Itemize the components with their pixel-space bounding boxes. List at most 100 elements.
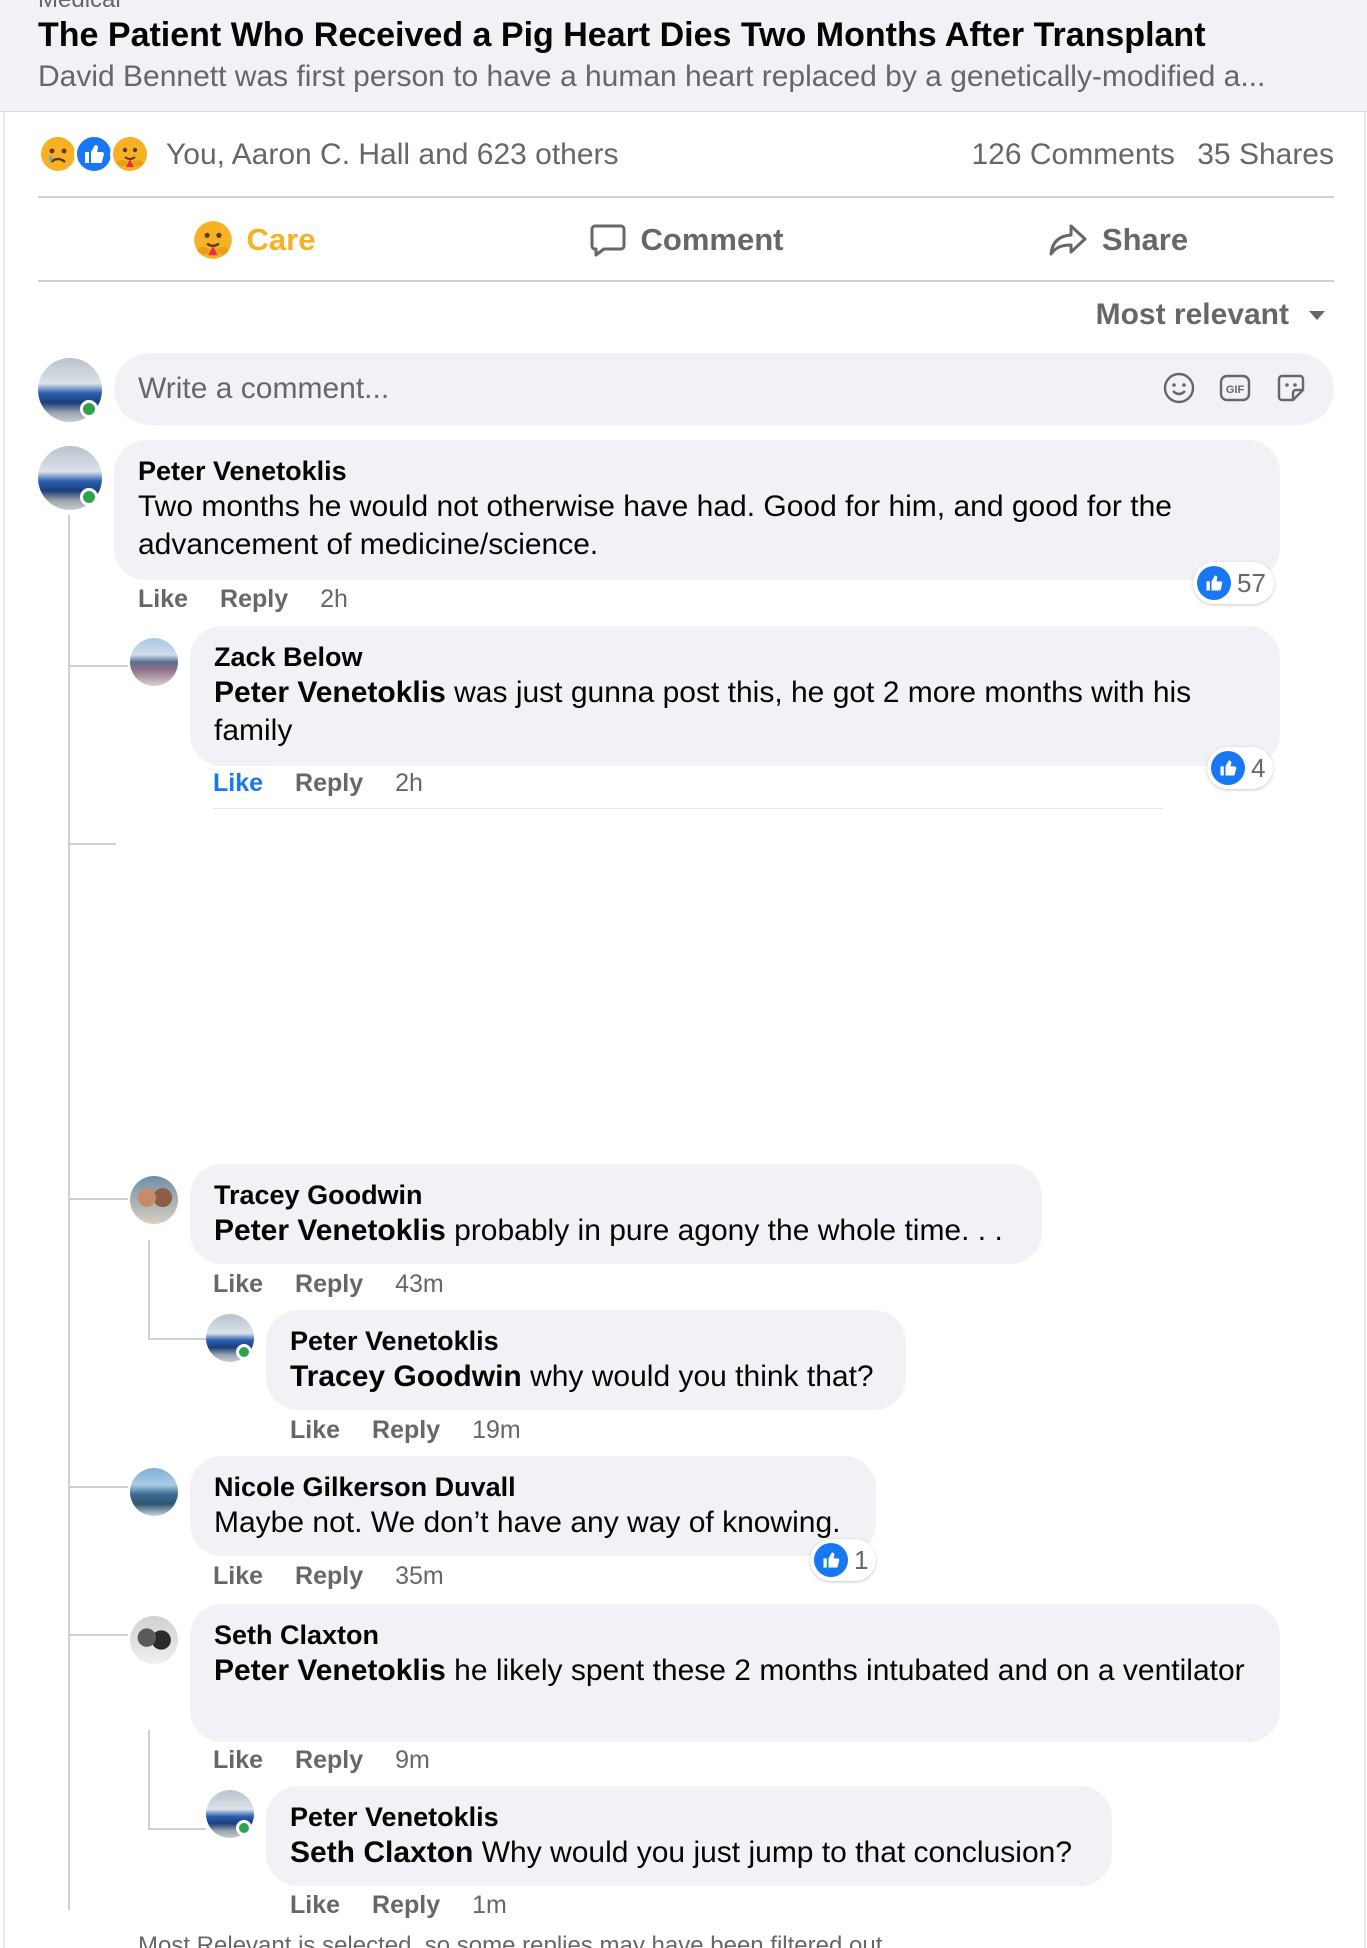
comment-author[interactable]: Peter Venetoklis: [138, 454, 1256, 488]
avatar[interactable]: [130, 638, 178, 686]
like-link[interactable]: Like: [213, 769, 263, 798]
comment-time[interactable]: 43m: [395, 1270, 444, 1299]
comment-body: probably in pure agony the whole time. .…: [445, 1214, 1003, 1247]
reply-link[interactable]: Reply: [295, 1746, 363, 1775]
reply-link[interactable]: Reply: [372, 1416, 440, 1445]
link-preview[interactable]: Medical The Patient Who Received a Pig H…: [0, 0, 1367, 112]
comment-text: Two months he would not otherwise have h…: [138, 490, 1172, 561]
care-button[interactable]: Care: [38, 200, 470, 280]
share-arrow-icon: [1049, 224, 1087, 256]
gif-icon[interactable]: GIF: [1218, 371, 1252, 405]
comment-time[interactable]: 2h: [395, 769, 423, 798]
comment-time[interactable]: 19m: [472, 1416, 521, 1445]
comment-text: Peter Venetoklis probably in pure agony …: [214, 1212, 1018, 1250]
thread-line: [148, 1730, 150, 1830]
like-link[interactable]: Like: [290, 1891, 340, 1920]
comment-author[interactable]: Zack Below: [214, 640, 1256, 674]
reply-link[interactable]: Reply: [220, 585, 288, 614]
mention-link[interactable]: Peter Venetoklis: [214, 1654, 446, 1687]
avatar[interactable]: [130, 1616, 178, 1664]
post-border-right: [1364, 112, 1366, 1948]
comment-bubble: Peter Venetoklis Two months he would not…: [114, 440, 1280, 580]
comment-like-count[interactable]: 1: [810, 1539, 877, 1581]
comment-author[interactable]: Tracey Goodwin: [214, 1178, 1018, 1212]
sort-label: Most relevant: [1095, 298, 1289, 331]
comment-text: Seth Claxton Why would you just jump to …: [290, 1834, 1088, 1872]
like-count-value: 1: [854, 1544, 869, 1575]
comment-bubble: Zack Below Peter Venetoklis was just gun…: [190, 626, 1280, 766]
avatar[interactable]: [130, 1176, 178, 1224]
filter-notice: Most Relevant is selected, so some repli…: [138, 1932, 890, 1948]
svg-text:GIF: GIF: [1226, 384, 1245, 396]
reactions-names[interactable]: You, Aaron C. Hall and 623 others: [166, 138, 619, 172]
like-count-value: 57: [1237, 567, 1266, 598]
thread-line: [68, 515, 70, 1910]
care-label: Care: [246, 222, 316, 257]
comment-like-count[interactable]: 4: [1207, 747, 1274, 789]
avatar[interactable]: [130, 1468, 178, 1516]
reply-link[interactable]: Reply: [295, 1270, 363, 1299]
reactions-summary[interactable]: You, Aaron C. Hall and 623 others 126 Co…: [38, 130, 1334, 184]
care-reaction-icon: [193, 221, 232, 259]
mention-link[interactable]: Seth Claxton: [290, 1836, 473, 1869]
thread-branch: [68, 665, 128, 667]
engagement-counts: 126 Comments 35 Shares: [971, 138, 1334, 172]
comment-time[interactable]: 9m: [395, 1746, 430, 1775]
comment-body: he likely spent these 2 months intubated…: [445, 1654, 1245, 1687]
sticker-icon[interactable]: [1274, 371, 1308, 405]
comment-composer[interactable]: GIF: [114, 353, 1334, 425]
preview-title[interactable]: The Patient Who Received a Pig Heart Die…: [38, 16, 1206, 55]
comment-time[interactable]: 35m: [395, 1562, 444, 1591]
comment-author[interactable]: Nicole Gilkerson Duvall: [214, 1470, 852, 1504]
comment-time[interactable]: 1m: [472, 1891, 507, 1920]
like-link[interactable]: Like: [138, 585, 188, 614]
comment-button[interactable]: Comment: [470, 200, 902, 280]
like-link[interactable]: Like: [213, 1562, 263, 1591]
comment-text: Peter Venetoklis was just gunna post thi…: [214, 674, 1256, 750]
reply-link[interactable]: Reply: [372, 1891, 440, 1920]
comment-author[interactable]: Peter Venetoklis: [290, 1324, 882, 1358]
like-link[interactable]: Like: [213, 1746, 263, 1775]
comment-author[interactable]: Seth Claxton: [214, 1618, 1256, 1652]
like-icon: [1211, 751, 1245, 785]
comment-like-count[interactable]: 57: [1193, 562, 1274, 604]
composer-tools: GIF: [1162, 371, 1308, 405]
comment-time[interactable]: 2h: [320, 585, 348, 614]
like-link[interactable]: Like: [290, 1416, 340, 1445]
sad-icon: [38, 134, 78, 174]
reply-link[interactable]: Reply: [295, 1562, 363, 1591]
thread-branch: [68, 843, 116, 845]
comment-actions: Like Reply 35m: [213, 1562, 444, 1591]
reply-link[interactable]: Reply: [295, 769, 363, 798]
emoji-icon[interactable]: [1162, 371, 1196, 405]
preview-source-cut: Medical: [38, 0, 121, 14]
post-actions: Care Comment Share: [38, 200, 1334, 280]
comment-sort-dropdown[interactable]: Most relevant: [1096, 298, 1327, 332]
mention-link[interactable]: Peter Venetoklis: [214, 1214, 446, 1247]
mention-link[interactable]: Peter Venetoklis: [214, 676, 446, 709]
comment-actions: Like Reply 2h: [213, 769, 423, 798]
comment-input[interactable]: [138, 367, 918, 411]
comments-count-link[interactable]: 126 Comments: [971, 138, 1174, 171]
post-border-left: [3, 112, 5, 1948]
preview-subtitle: David Bennett was first person to have a…: [38, 60, 1266, 93]
comment-text: Maybe not. We don’t have any way of know…: [214, 1506, 841, 1539]
like-icon: [1197, 566, 1231, 600]
comment-bubble: Nicole Gilkerson Duvall Maybe not. We do…: [190, 1456, 876, 1556]
like-link[interactable]: Like: [213, 1270, 263, 1299]
online-indicator: [236, 1820, 252, 1836]
comment-author[interactable]: Peter Venetoklis: [290, 1800, 1088, 1834]
comment-text: Peter Venetoklis he likely spent these 2…: [214, 1652, 1256, 1690]
shares-count-link[interactable]: 35 Shares: [1197, 138, 1334, 171]
online-indicator: [236, 1344, 252, 1360]
thread-branch: [68, 1198, 128, 1200]
share-button[interactable]: Share: [902, 200, 1334, 280]
online-indicator: [80, 400, 98, 418]
thread-branch: [68, 1486, 128, 1488]
reaction-icons[interactable]: [38, 134, 150, 176]
comment-body: Why would you just jump to that conclusi…: [473, 1836, 1072, 1869]
thread-branch: [148, 1338, 206, 1340]
comment-bubble: Peter Venetoklis Seth Claxton Why would …: [266, 1786, 1112, 1886]
thread-branch: [148, 1828, 206, 1830]
mention-link[interactable]: Tracey Goodwin: [290, 1360, 522, 1393]
